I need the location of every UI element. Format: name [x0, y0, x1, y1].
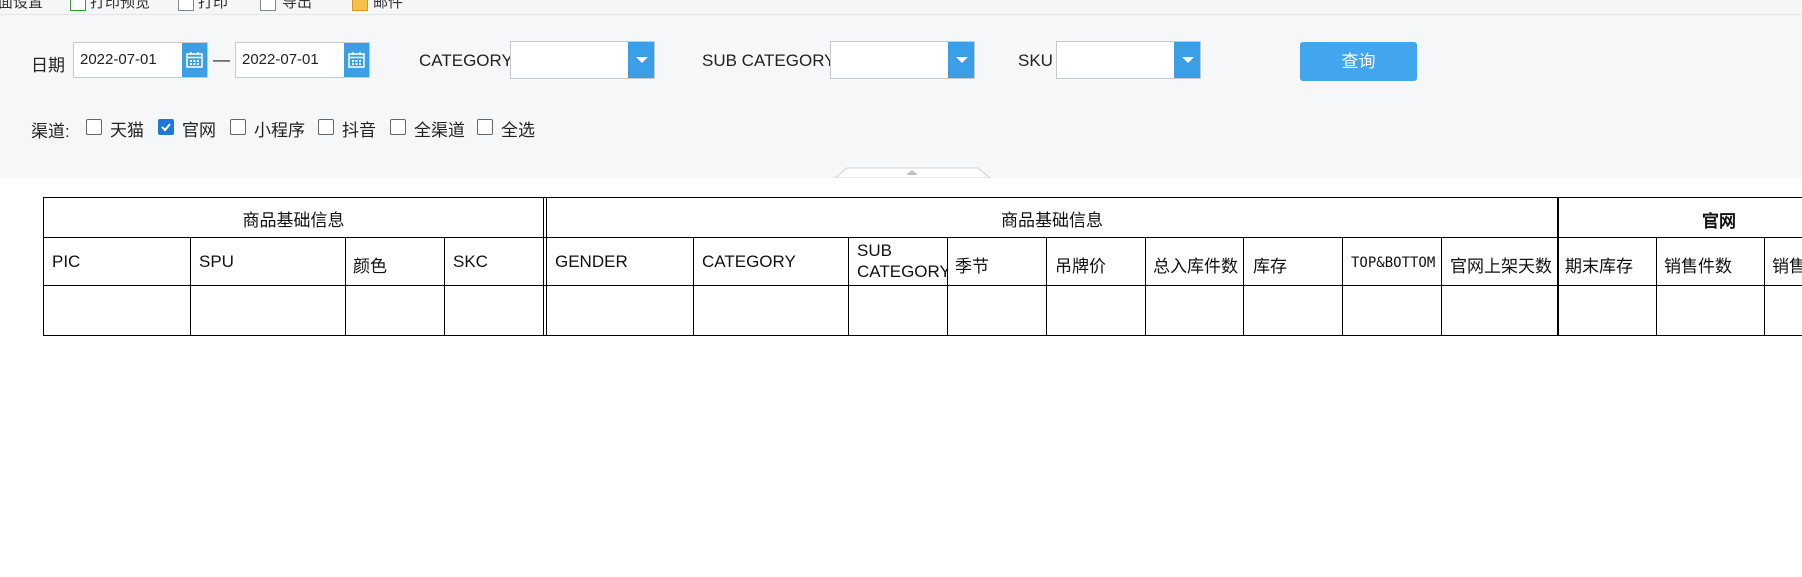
column-header-total-inbound: 总入库件数 [1153, 257, 1238, 276]
channel-label-douyin: 抖音 [342, 121, 376, 140]
column-header-tag-price: 吊牌价 [1055, 257, 1106, 276]
column-header-sub-category-line1: SUB [857, 241, 892, 260]
query-button[interactable]: 查询 [1300, 42, 1417, 81]
channel-checkbox-official-site[interactable] [158, 119, 174, 135]
column-header-sales: 销售 [1772, 257, 1802, 276]
channel-label: 渠道: [31, 122, 70, 141]
column-header-online-days: 官网上架天数 [1450, 257, 1552, 276]
sku-select[interactable] [1056, 41, 1201, 79]
filter-panel: 日期 2022-07-01 — 2022-07-01 CATEGORY SUB … [0, 15, 1802, 178]
date-label: 日期 [31, 56, 65, 75]
mail-icon [352, 0, 368, 11]
channel-label-all-channels: 全渠道 [414, 121, 465, 140]
channel-checkbox-all-channels[interactable] [390, 119, 406, 135]
sku-label: SKU [1018, 51, 1053, 70]
chevron-down-icon[interactable] [948, 42, 974, 78]
date-to-field[interactable]: 2022-07-01 [235, 42, 370, 78]
print-preview-icon [70, 0, 86, 11]
chevron-down-icon[interactable] [1174, 42, 1200, 78]
channel-checkbox-douyin[interactable] [318, 119, 334, 135]
column-header-season: 季节 [955, 257, 989, 276]
group-header-product-info-2: 商品基础信息 [1001, 211, 1103, 230]
date-from-field[interactable]: 2022-07-01 [73, 42, 208, 78]
channel-checkbox-select-all[interactable] [477, 119, 493, 135]
print-icon [178, 0, 194, 11]
column-header-spu: SPU [199, 252, 234, 271]
export-icon [260, 0, 276, 11]
toolbar-mail[interactable]: 邮件 [373, 0, 403, 12]
channel-label-select-all: 全选 [501, 121, 535, 140]
group-header-official-site: 官网 [1702, 212, 1736, 231]
date-from-value: 2022-07-01 [80, 51, 157, 68]
category-select[interactable] [510, 41, 655, 79]
toolbar-print[interactable]: 打印 [198, 0, 228, 12]
column-header-color: 颜色 [353, 257, 387, 276]
column-header-top-bottom: TOP&BOTTOM [1351, 255, 1436, 271]
calendar-icon[interactable] [182, 43, 207, 77]
chevron-down-icon[interactable] [628, 42, 654, 78]
sub-category-label: SUB CATEGORY [702, 51, 836, 70]
panel-collapse-handle[interactable] [835, 167, 990, 178]
sub-category-select[interactable] [830, 41, 975, 79]
channel-label-mini-program: 小程序 [254, 121, 305, 140]
calendar-icon[interactable] [344, 43, 369, 77]
column-header-category: CATEGORY [702, 252, 796, 271]
channel-checkbox-mini-program[interactable] [230, 119, 246, 135]
channel-checkbox-tmall[interactable] [86, 119, 102, 135]
column-header-inventory: 库存 [1253, 257, 1287, 276]
toolbar-export[interactable]: 导出 [282, 0, 312, 12]
checkmark-icon [161, 123, 171, 132]
column-header-skc: SKC [453, 252, 488, 271]
column-header-gender: GENDER [555, 252, 628, 271]
column-header-sub-category-line2: CATEGORY [857, 262, 947, 281]
date-separator: — [213, 50, 230, 69]
report-toolbar: 面设置 打印预览 打印 导出 邮件 [0, 0, 1802, 15]
category-label: CATEGORY [419, 51, 513, 70]
toolbar-print-preview[interactable]: 打印预览 [90, 0, 150, 12]
column-header-ending-inventory: 期末库存 [1565, 257, 1633, 276]
channel-label-tmall: 天猫 [110, 121, 144, 140]
toolbar-page-setup[interactable]: 面设置 [0, 0, 43, 12]
group-header-product-info-1: 商品基础信息 [242, 211, 345, 230]
column-header-pic: PIC [52, 252, 81, 271]
column-header-sales-quantity: 销售件数 [1664, 257, 1732, 276]
date-to-value: 2022-07-01 [242, 51, 319, 68]
channel-label-official-site: 官网 [182, 121, 216, 140]
